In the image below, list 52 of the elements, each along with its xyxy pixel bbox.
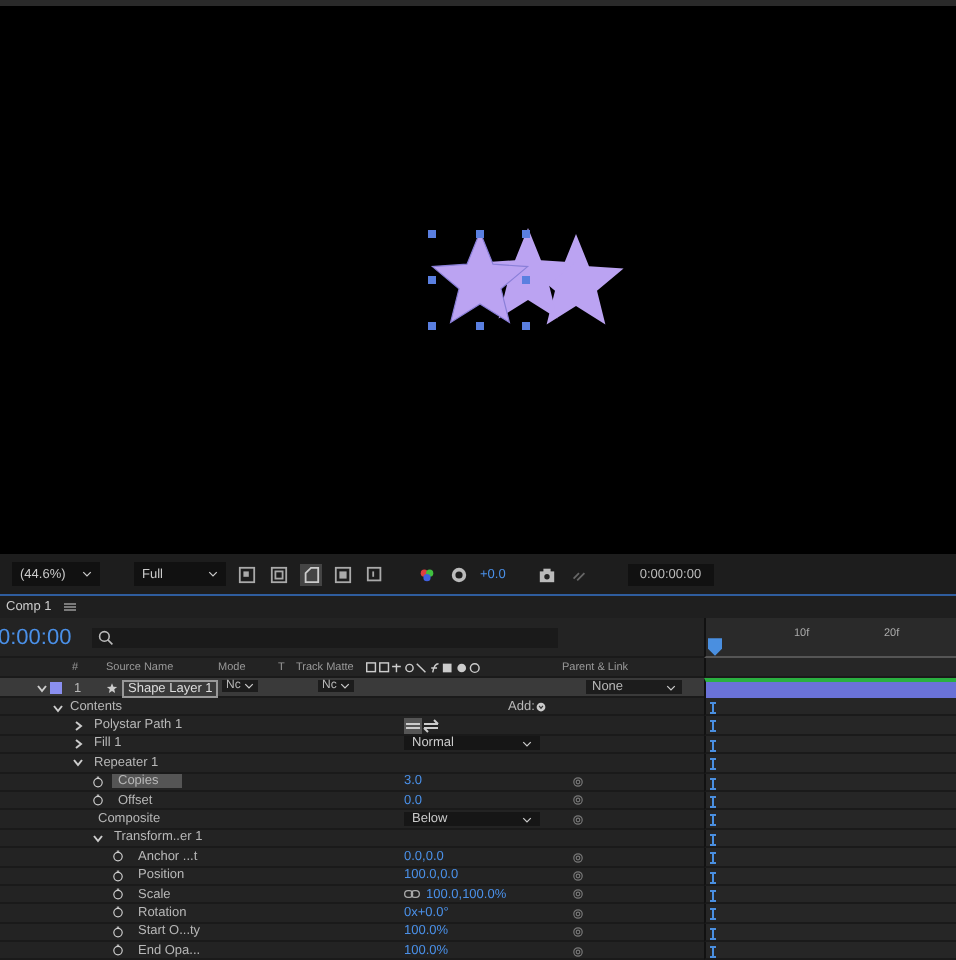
time-marker-icon	[710, 758, 716, 771]
caret-icon	[522, 815, 532, 824]
time-marker-icon	[710, 777, 716, 790]
search-field[interactable]	[91, 627, 558, 647]
stopwatch-icon[interactable]	[112, 850, 124, 863]
menu-icon[interactable]	[63, 602, 76, 612]
camera-icon[interactable]	[535, 563, 558, 585]
twisty-icon[interactable]	[72, 756, 84, 769]
time-marker-icon	[710, 739, 716, 752]
twisty-icon[interactable]	[72, 737, 84, 750]
twisty-icon[interactable]	[52, 701, 64, 713]
time-marker-icon	[710, 702, 716, 714]
time-marker-icon	[710, 814, 716, 827]
time-marker-icon	[710, 720, 716, 733]
time-marker-icon	[710, 795, 716, 808]
time-marker-icon	[710, 852, 716, 865]
time-marker-icon	[710, 889, 716, 902]
time-marker-icon	[710, 946, 716, 959]
playhead-icon[interactable]	[708, 638, 722, 656]
time-marker-icon	[710, 833, 716, 846]
stopwatch-icon[interactable]	[112, 944, 124, 957]
twisty-icon[interactable]	[72, 719, 84, 732]
gear-icon[interactable]	[448, 563, 470, 585]
search-icon	[97, 629, 114, 645]
stopwatch-icon[interactable]	[112, 906, 124, 919]
mask-icon[interactable]	[300, 563, 322, 585]
stopwatch-icon[interactable]	[112, 888, 124, 901]
grid-icon[interactable]	[364, 563, 386, 585]
time-marker-icon	[710, 908, 716, 921]
transparency-icon[interactable]	[268, 563, 290, 585]
caret-icon	[82, 570, 92, 578]
region-icon[interactable]	[236, 563, 258, 585]
label-color[interactable]	[50, 682, 62, 694]
constrain-icon[interactable]	[404, 890, 420, 899]
twisty-icon[interactable]	[36, 682, 48, 694]
caret-icon	[522, 739, 532, 748]
guides-icon[interactable]	[332, 563, 354, 585]
stopwatch-icon[interactable]	[112, 869, 124, 882]
caret-icon	[244, 682, 255, 690]
caret-icon	[340, 682, 351, 690]
stopwatch-icon[interactable]	[92, 794, 104, 807]
caret-icon	[666, 683, 676, 691]
star-icon	[106, 682, 118, 694]
stopwatch-icon[interactable]	[112, 925, 124, 938]
add-icon[interactable]	[536, 702, 546, 712]
stopwatch-icon[interactable]	[92, 775, 104, 788]
twisty-icon[interactable]	[92, 831, 104, 844]
time-marker-icon	[710, 927, 716, 940]
path-direction-icon[interactable]	[404, 717, 440, 734]
time-marker-icon	[710, 871, 716, 884]
switches-icons-drawing	[366, 662, 482, 674]
caret-icon	[208, 570, 218, 578]
